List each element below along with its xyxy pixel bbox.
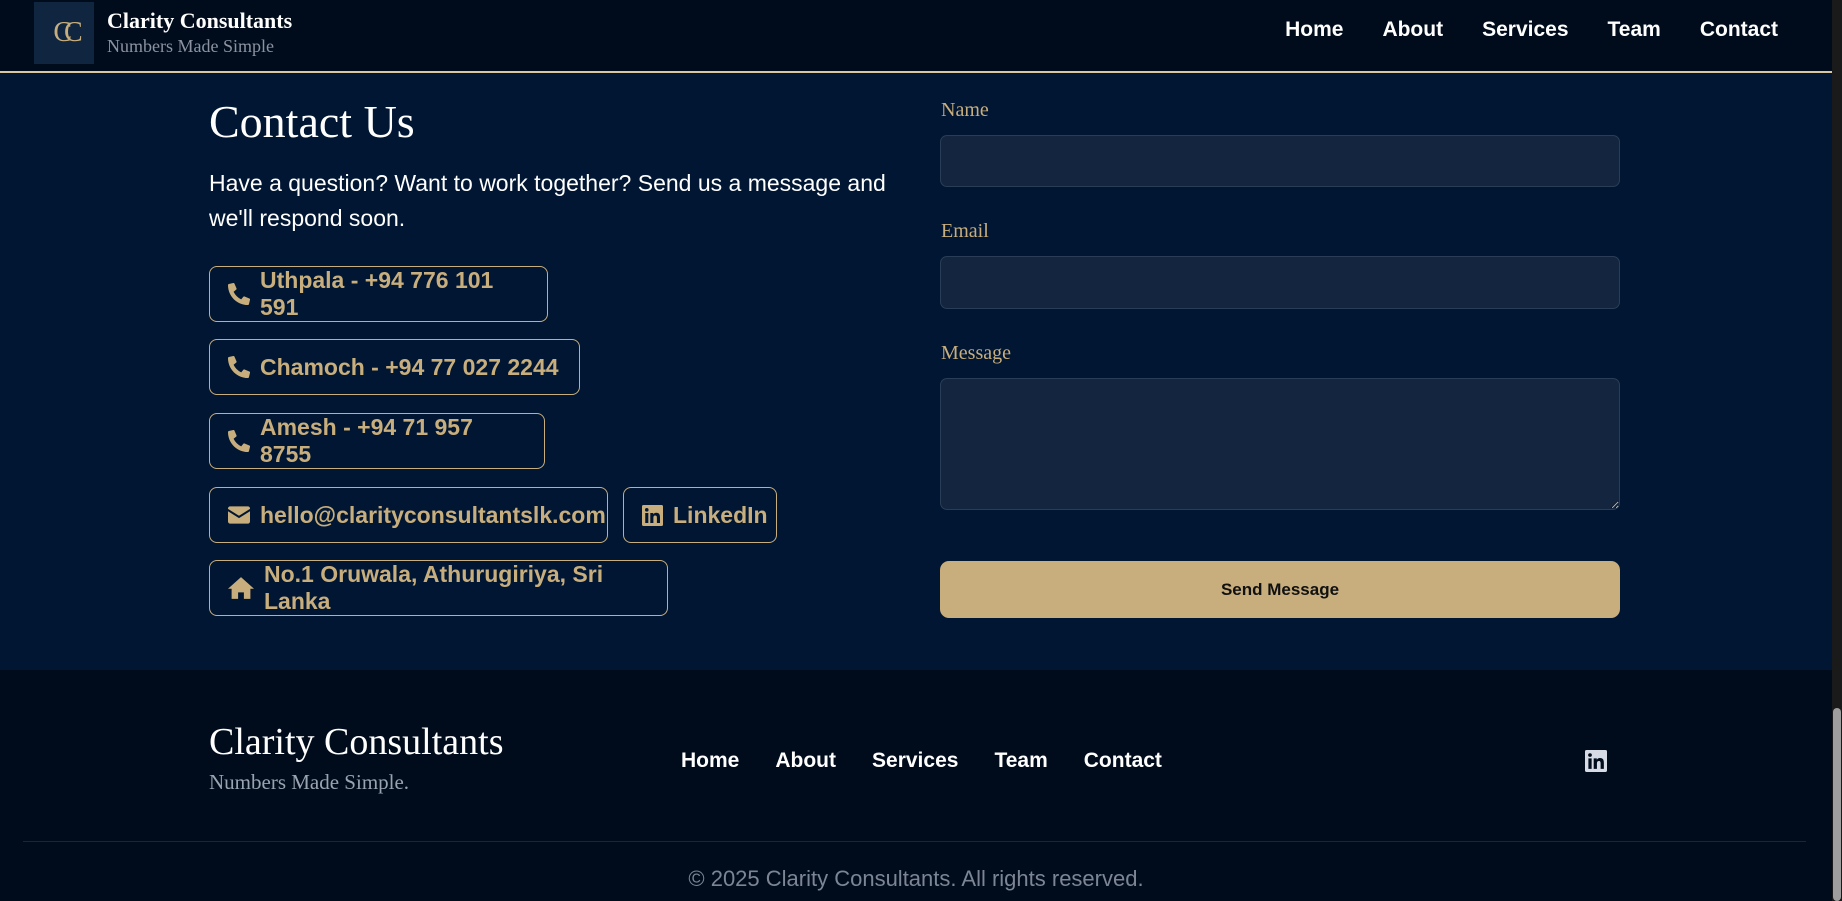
phone-label: Chamoch - +94 77 027 2244 — [260, 353, 559, 380]
main-nav: Home About Services Team Contact — [1285, 18, 1778, 42]
footer-link-services[interactable]: Services — [872, 749, 958, 773]
address-link[interactable]: No.1 Oruwala, Athurugiriya, Sri Lanka — [209, 560, 668, 616]
nav-link-services[interactable]: Services — [1482, 18, 1568, 42]
footer-link-home[interactable]: Home — [681, 749, 739, 773]
phone-icon — [228, 430, 250, 452]
phone-link-amesh[interactable]: Amesh - +94 71 957 8755 — [209, 413, 545, 469]
page-scrollbar[interactable] — [1832, 0, 1842, 901]
phone-link-uthpala[interactable]: Uthpala - +94 776 101 591 — [209, 266, 548, 322]
nav-link-contact[interactable]: Contact — [1700, 18, 1778, 42]
logo[interactable]: CC — [34, 2, 94, 64]
email-input[interactable] — [940, 256, 1620, 309]
footer-brand-name: Clarity Consultants — [209, 721, 504, 763]
nav-link-about[interactable]: About — [1382, 18, 1443, 42]
address-label: No.1 Oruwala, Athurugiriya, Sri Lanka — [264, 561, 604, 614]
phone-icon — [228, 356, 250, 378]
footer-link-team[interactable]: Team — [994, 749, 1047, 773]
message-label: Message — [941, 342, 1011, 364]
footer-divider — [23, 841, 1806, 842]
envelope-icon — [228, 506, 250, 524]
name-input[interactable] — [940, 135, 1620, 187]
send-message-button[interactable]: Send Message — [940, 561, 1620, 618]
site-footer: Clarity Consultants Numbers Made Simple.… — [0, 670, 1832, 901]
email-link[interactable]: hello@clarityconsultantslk.com — [209, 487, 608, 543]
linkedin-link[interactable]: LinkedIn — [623, 487, 777, 543]
email-label: hello@clarityconsultantslk.com — [260, 501, 606, 528]
site-header: CC Clarity Consultants Numbers Made Simp… — [0, 0, 1832, 73]
footer-linkedin-icon[interactable] — [1585, 750, 1609, 774]
phone-label: Amesh - +94 71 957 8755 — [260, 414, 473, 467]
footer-link-contact[interactable]: Contact — [1084, 749, 1162, 773]
brand-tagline: Numbers Made Simple — [107, 36, 274, 56]
brand-name: Clarity Consultants — [107, 8, 293, 33]
contact-title: Contact Us — [209, 96, 415, 147]
phone-label: Uthpala - +94 776 101 591 — [260, 267, 494, 320]
copyright-text: © 2025 Clarity Consultants. All rights r… — [688, 866, 1144, 891]
email-label-form: Email — [941, 220, 989, 242]
nav-link-home[interactable]: Home — [1285, 18, 1343, 42]
linkedin-icon — [642, 504, 663, 526]
home-icon — [228, 577, 254, 599]
footer-nav: Home About Services Team Contact — [681, 749, 1162, 773]
name-label: Name — [941, 99, 989, 121]
phone-icon — [228, 283, 250, 305]
phone-link-chamoch[interactable]: Chamoch - +94 77 027 2244 — [209, 339, 580, 395]
nav-link-team[interactable]: Team — [1608, 18, 1661, 42]
scrollbar-thumb[interactable] — [1833, 708, 1841, 901]
contact-intro: Have a question? Want to work together? … — [209, 170, 886, 231]
linkedin-label: LinkedIn — [673, 501, 768, 528]
footer-link-about[interactable]: About — [775, 749, 836, 773]
footer-tagline: Numbers Made Simple. — [209, 770, 410, 794]
message-textarea[interactable] — [940, 378, 1620, 510]
